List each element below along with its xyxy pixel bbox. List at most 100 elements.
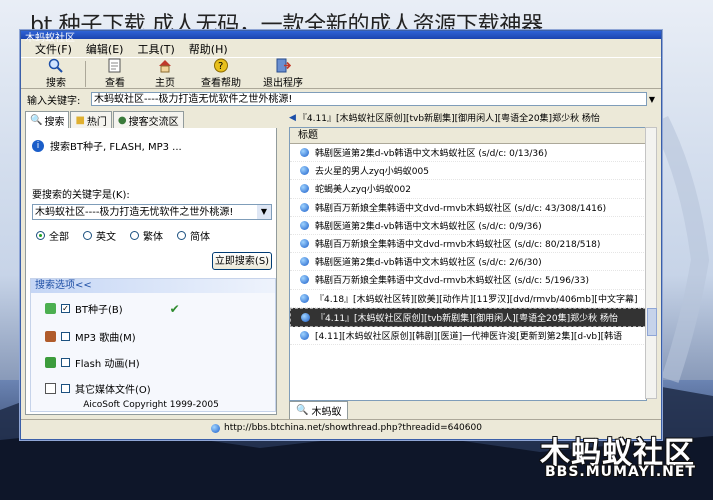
info-icon: i bbox=[32, 139, 44, 152]
scroll-thumb[interactable] bbox=[647, 308, 657, 336]
title-bar[interactable]: 木蚂蚁社区 bbox=[21, 31, 661, 44]
radio-english[interactable]: 英文 bbox=[83, 228, 116, 243]
result-row[interactable]: [4.11][木蚂蚁社区原创][韩剧][医道]一代神医许浚[更新到第2集][d-… bbox=[290, 327, 646, 346]
option-bt[interactable]: ✓ BT种子(B) ✔ bbox=[45, 301, 180, 316]
status-url-text: http://bbs.btchina.net/showthread.php?th… bbox=[224, 423, 482, 433]
result-title: 『4.18』[木蚂蚁社区转][欧美][动作片][11罗汉][dvd/rmvb/4… bbox=[315, 294, 638, 305]
toolbar-label: 主页 bbox=[155, 78, 175, 89]
view-icon bbox=[107, 58, 123, 73]
radio-label: 简体 bbox=[190, 232, 210, 243]
checkbox[interactable] bbox=[61, 358, 70, 367]
check-icon: ✔ bbox=[169, 301, 180, 316]
keyword-label: 输入关键字: bbox=[27, 95, 81, 107]
radio-simplified[interactable]: 简体 bbox=[177, 228, 210, 243]
tab-mumayi[interactable]: 🔍 木蚂蚁 bbox=[289, 401, 349, 420]
magnifier-icon: 🔍 bbox=[30, 114, 43, 126]
result-title: 韩剧百万新娘全集韩语中文dvd-rmvb木蚂蚁社区 (s/d/c: 5/196/… bbox=[315, 276, 589, 287]
link-icon bbox=[300, 293, 309, 303]
link-icon bbox=[300, 184, 309, 194]
result-row[interactable]: 韩剧百万新娘全集韩语中文dvd-rmvb木蚂蚁社区 (s/d/c: 5/196/… bbox=[290, 271, 646, 290]
help-toolbar-button[interactable]: ? 查看帮助 bbox=[190, 58, 252, 89]
search-icon: 🔍 bbox=[296, 405, 309, 416]
result-title: 蛇蝎美人zyq小蚂蚁002 bbox=[315, 185, 411, 196]
menu-tools[interactable]: 工具(T) bbox=[131, 39, 180, 57]
result-row[interactable]: 蛇蝎美人zyq小蚂蚁002 bbox=[290, 180, 646, 199]
combo-value: 木蚂蚁社区----极力打造无忧软件之世外桃源! bbox=[35, 207, 234, 218]
help-icon: ? bbox=[213, 58, 229, 73]
result-title: 韩剧百万新娘全集韩语中文dvd-rmvb木蚂蚁社区 (s/d/c: 80/218… bbox=[315, 240, 601, 251]
menu-edit[interactable]: 编辑(E) bbox=[80, 39, 130, 57]
toolbar-label: 退出程序 bbox=[263, 78, 303, 89]
option-flash[interactable]: Flash 动画(H) bbox=[45, 355, 140, 370]
checkbox[interactable] bbox=[61, 384, 70, 393]
keyword-bar: 输入关键字: 木蚂蚁社区----极力打造无忧软件之世外桃源! ▼ bbox=[21, 90, 661, 108]
results-rows: 韩剧医道第2集d-vb韩语中文木蚂蚁社区 (s/d/c: 0/13/36) 去火星… bbox=[290, 144, 646, 346]
svg-text:?: ? bbox=[218, 61, 223, 72]
search-panel: i 搜索BT种子, FLASH, MP3 ... 要搜索的关键字是(K): 木蚂… bbox=[25, 128, 277, 415]
menu-help[interactable]: 帮助(H) bbox=[183, 39, 234, 57]
tab-community[interactable]: ● 搜客交流区 bbox=[112, 111, 184, 128]
option-mp3[interactable]: MP3 歌曲(M) bbox=[45, 329, 136, 344]
radio-all[interactable]: 全部 bbox=[36, 228, 69, 243]
watermark-url: BBS.MUMAYI.NET bbox=[545, 464, 696, 480]
tab-label: 木蚂蚁 bbox=[311, 407, 342, 418]
home-toolbar-button[interactable]: 主页 bbox=[140, 58, 190, 89]
tab-hot[interactable]: ■ 热门 bbox=[70, 111, 112, 128]
result-row[interactable]: 去火星的男人zyq小蚂蚁005 bbox=[290, 162, 646, 181]
options-header[interactable]: 搜索选项<< bbox=[31, 279, 275, 293]
result-row[interactable]: 韩剧百万新娘全集韩语中文dvd-rmvb木蚂蚁社区 (s/d/c: 43/308… bbox=[290, 199, 646, 217]
result-row[interactable]: 『4.11』[木蚂蚁社区原创][tvb新剧集][御用闲人][粤语全20集]郑少秋… bbox=[290, 307, 646, 327]
checkbox[interactable]: ✓ bbox=[61, 304, 70, 313]
document-icon bbox=[45, 383, 56, 394]
results-list: 标题 韩剧医道第2集d-vb韩语中文木蚂蚁社区 (s/d/c: 0/13/36)… bbox=[289, 127, 647, 401]
chevron-down-icon[interactable]: ▼ bbox=[257, 205, 271, 219]
result-row[interactable]: 韩剧医道第2集d-vb韩语中文木蚂蚁社区 (s/d/c: 0/9/36) bbox=[290, 217, 646, 235]
music-icon bbox=[45, 331, 56, 342]
search-options: 搜索选项<< ✓ BT种子(B) ✔ MP3 歌曲(M) Flash 动画(H) bbox=[30, 278, 276, 412]
users-icon: ● bbox=[117, 114, 127, 126]
view-toolbar-button[interactable]: 查看 bbox=[90, 58, 140, 89]
bt-icon bbox=[45, 303, 56, 314]
radio-traditional[interactable]: 繁体 bbox=[130, 228, 163, 243]
tab-search[interactable]: 🔍 搜索 bbox=[25, 111, 70, 128]
radio-dot bbox=[83, 231, 92, 240]
results-pane: ◀ 『4.11』[木蚂蚁社区原创][tvb新剧集][御用闲人][粤语全20集]郑… bbox=[289, 109, 659, 420]
radio-dot bbox=[177, 231, 186, 240]
option-label: BT种子(B) bbox=[75, 305, 123, 316]
left-pane: 🔍 搜索 ■ 热门 ● 搜客交流区 i 搜索BT种子, FLASH, MP3 .… bbox=[25, 111, 277, 415]
globe-icon bbox=[211, 423, 220, 433]
home-icon bbox=[157, 58, 173, 73]
folder-icon: ■ bbox=[75, 114, 85, 126]
result-row[interactable]: 『4.18』[木蚂蚁社区转][欧美][动作片][11罗汉][dvd/rmvb/4… bbox=[290, 290, 646, 308]
result-tab-bar: ◀ 『4.11』[木蚂蚁社区原创][tvb新剧集][御用闲人][粤语全20集]郑… bbox=[289, 109, 659, 126]
keyword-combo[interactable]: 木蚂蚁社区----极力打造无忧软件之世外桃源! ▼ bbox=[32, 204, 272, 220]
toolbar-separator bbox=[85, 61, 86, 87]
link-icon bbox=[300, 275, 309, 285]
exit-toolbar-button[interactable]: 退出程序 bbox=[252, 58, 314, 89]
search-toolbar-button[interactable]: 搜索 bbox=[31, 58, 81, 89]
result-tab-label[interactable]: 『4.11』[木蚂蚁社区原创][tvb新剧集][御用闲人][粤语全20集]郑少秋… bbox=[298, 111, 600, 124]
search-now-button[interactable]: 立即搜索(S) bbox=[212, 252, 272, 270]
option-other[interactable]: 其它媒体文件(O) bbox=[45, 381, 151, 396]
result-title: 韩剧医道第2集d-vb韩语中文木蚂蚁社区 (s/d/c: 0/13/36) bbox=[315, 149, 548, 160]
status-url: http://bbs.btchina.net/showthread.php?th… bbox=[211, 423, 482, 433]
column-header-title[interactable]: 标题 bbox=[290, 128, 646, 144]
result-row[interactable]: 韩剧医道第2集d-vb韩语中文木蚂蚁社区 (s/d/c: 2/6/30) bbox=[290, 253, 646, 272]
radio-dot bbox=[36, 231, 45, 240]
checkbox[interactable] bbox=[61, 332, 70, 341]
keyword-input[interactable]: 木蚂蚁社区----极力打造无忧软件之世外桃源! bbox=[91, 92, 647, 106]
link-icon bbox=[300, 239, 309, 249]
chevron-down-icon[interactable]: ▼ bbox=[647, 95, 657, 104]
result-row[interactable]: 韩剧医道第2集d-vb韩语中文木蚂蚁社区 (s/d/c: 0/13/36) bbox=[290, 144, 646, 163]
link-icon bbox=[300, 166, 309, 176]
result-row[interactable]: 韩剧百万新娘全集韩语中文dvd-rmvb木蚂蚁社区 (s/d/c: 80/218… bbox=[290, 235, 646, 254]
radio-label: 繁体 bbox=[143, 232, 163, 243]
copyright-text: AicoSoft Copyright 1999-2005 bbox=[83, 400, 219, 410]
results-scrollbar[interactable] bbox=[645, 127, 657, 399]
link-icon bbox=[300, 257, 309, 267]
link-icon bbox=[300, 202, 309, 212]
option-label: MP3 歌曲(M) bbox=[75, 333, 136, 344]
menu-file[interactable]: 文件(F) bbox=[29, 39, 78, 57]
link-icon bbox=[300, 220, 309, 230]
flash-icon bbox=[45, 357, 56, 368]
